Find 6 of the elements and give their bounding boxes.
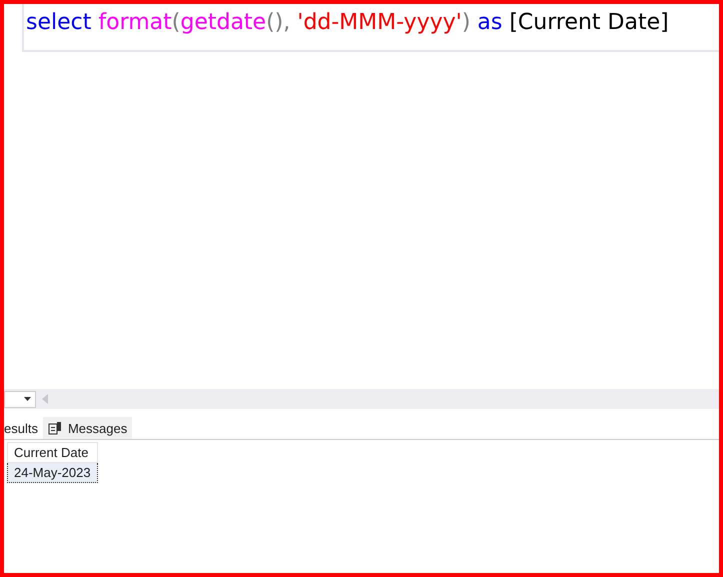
table-cell[interactable]: 24-May-2023 [8,462,98,482]
column-header: Current Date [8,442,98,462]
zoom-dropdown[interactable] [4,390,36,408]
code-line: select format(getdate(), 'dd-MMM-yyyy') as [Current Date] [26,9,669,35]
dropdown-caret-icon [24,397,31,401]
results-tab[interactable]: Messages [42,417,132,439]
